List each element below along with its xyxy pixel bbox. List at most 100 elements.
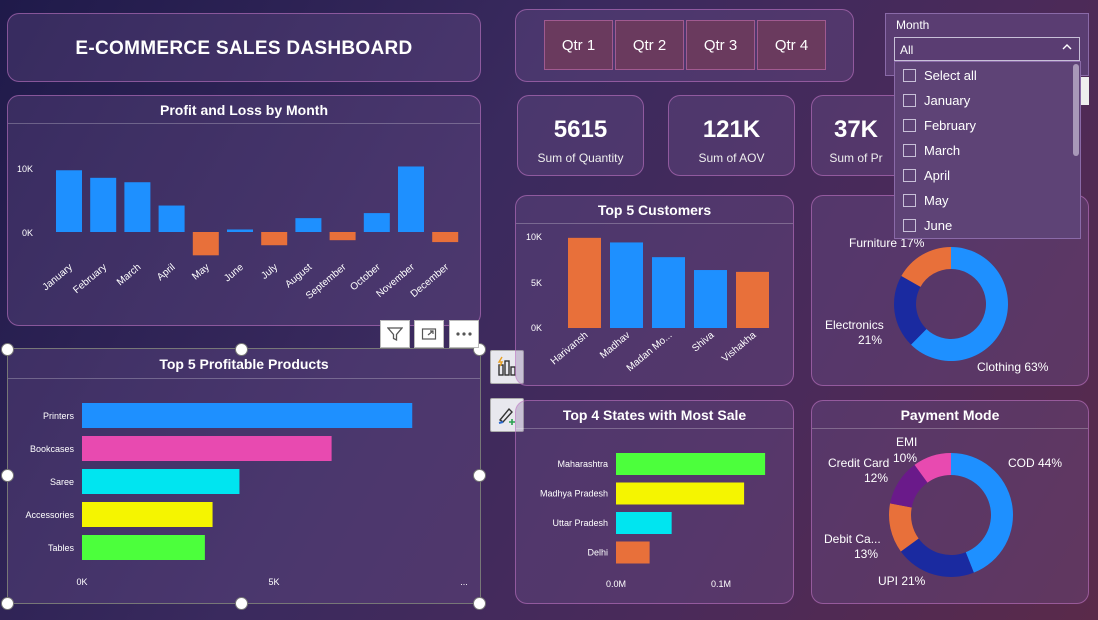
resize-handle[interactable] xyxy=(473,597,486,610)
credit-card-pct-label: 12% xyxy=(864,471,888,485)
kpi-quantity-label: Sum of Quantity xyxy=(537,151,624,165)
checkbox[interactable] xyxy=(903,218,916,232)
checkbox[interactable] xyxy=(903,168,916,182)
bar-tables[interactable] xyxy=(82,535,205,560)
y-tick-label: Bookcases xyxy=(30,444,75,454)
bar-february[interactable] xyxy=(90,177,117,232)
debit-card-pct-label: 13% xyxy=(854,547,878,561)
y-tick-label: Tables xyxy=(48,543,75,553)
y-tick-label: Madhya Pradesh xyxy=(540,489,608,499)
x-tick-label: May xyxy=(190,262,212,283)
month-option-june[interactable]: June xyxy=(903,215,952,235)
y-tick-10k: 10K xyxy=(526,232,542,242)
resize-handle[interactable] xyxy=(473,469,486,482)
bar-may[interactable] xyxy=(192,232,219,256)
bar-june[interactable] xyxy=(227,229,253,232)
kpi-quantity-value: 5615 xyxy=(553,116,608,143)
bar-customer[interactable] xyxy=(568,237,601,328)
x-tick-label: Madan Mo... xyxy=(625,330,675,374)
bar-state[interactable] xyxy=(616,482,745,505)
month-dropdown-value: All xyxy=(900,43,914,57)
profit-loss-card: Profit and Loss by Month 10K 0K January F… xyxy=(7,95,481,326)
slice-upi[interactable] xyxy=(900,538,974,577)
y-tick-10k: 10K xyxy=(17,164,33,174)
emi-pct-label: 10% xyxy=(893,451,917,465)
x-tick-label: Madhav xyxy=(598,330,632,361)
qtr-4-button[interactable]: Qtr 4 xyxy=(757,20,826,70)
credit-card-label: Credit Card xyxy=(828,456,889,470)
bar-customer[interactable] xyxy=(652,257,685,328)
bar-customer[interactable] xyxy=(736,271,769,328)
checkbox[interactable] xyxy=(903,143,916,157)
bar-october[interactable] xyxy=(363,213,390,232)
x-tick-0k: 0K xyxy=(76,577,87,587)
month-option-january[interactable]: January xyxy=(903,90,970,110)
more-options-icon[interactable] xyxy=(449,320,479,348)
bar-january[interactable] xyxy=(56,170,82,232)
month-slicer-label: Month xyxy=(896,18,930,32)
quarter-slicer: Qtr 1 Qtr 2 Qtr 3 Qtr 4 xyxy=(515,9,854,82)
bar-bookcases[interactable] xyxy=(82,436,332,461)
bar-customer[interactable] xyxy=(610,242,643,328)
filter-icon[interactable] xyxy=(380,320,410,348)
checkbox[interactable] xyxy=(903,118,916,132)
bar-august[interactable] xyxy=(295,218,322,232)
resize-handle[interactable] xyxy=(235,343,248,356)
qtr-3-button[interactable]: Qtr 3 xyxy=(686,20,755,70)
bar-november[interactable] xyxy=(398,166,424,232)
x-tick-label: Vishakha xyxy=(720,330,759,365)
checkbox[interactable] xyxy=(903,68,916,82)
x-tick-label: December xyxy=(409,261,452,300)
upi-label: UPI 21% xyxy=(878,574,926,588)
electronics-pct-label: 21% xyxy=(858,333,882,347)
bar-march[interactable] xyxy=(124,182,151,232)
bar-april[interactable] xyxy=(158,205,185,232)
month-option-select-all[interactable]: Select all xyxy=(903,65,977,85)
x-tick-0m: 0.0M xyxy=(606,579,626,589)
scrollbar-thumb[interactable] xyxy=(1073,64,1079,156)
y-tick-label: Printers xyxy=(43,411,75,421)
x-tick-label: January xyxy=(41,262,75,293)
x-tick-label: March xyxy=(115,262,143,288)
x-tick-01m: 0.1M xyxy=(711,579,731,589)
emi-label: EMI xyxy=(896,435,917,449)
bar-accessories[interactable] xyxy=(82,502,213,527)
month-options-list: Select all January February March April … xyxy=(894,61,1081,239)
scrollbar[interactable] xyxy=(1081,77,1089,105)
month-option-april[interactable]: April xyxy=(903,165,950,185)
bar-september[interactable] xyxy=(329,232,356,241)
focus-mode-icon[interactable] xyxy=(414,320,444,348)
qtr-2-button[interactable]: Qtr 2 xyxy=(615,20,684,70)
top-customers-card: Top 5 Customers 10K 5K 0K Harivansh Madha… xyxy=(515,195,794,386)
clothing-label: Clothing 63% xyxy=(977,360,1049,374)
checkbox[interactable] xyxy=(903,93,916,107)
title-card: E-COMMERCE SALES DASHBOARD xyxy=(7,13,481,82)
y-tick-0k: 0K xyxy=(22,228,33,238)
payment-card: Payment Mode COD 44% UPI 21% Debit Ca...… xyxy=(811,400,1089,604)
y-tick-label: Saree xyxy=(50,477,74,487)
resize-handle[interactable] xyxy=(1,597,14,610)
electronics-label: Electronics xyxy=(825,318,884,332)
bar-july[interactable] xyxy=(261,232,288,246)
top-customers-chart: 10K 5K 0K Harivansh MadhavMadan Mo... Shiv… xyxy=(526,232,769,374)
profit-loss-chart: 10K 0K JanuaryFebruary March April May June J… xyxy=(17,164,459,302)
bar-saree[interactable] xyxy=(82,469,240,494)
bar-december[interactable] xyxy=(432,232,459,243)
bar-state[interactable] xyxy=(616,453,766,475)
month-option-february[interactable]: February xyxy=(903,115,976,135)
bar-state[interactable] xyxy=(616,512,672,534)
bar-customer[interactable] xyxy=(694,270,727,328)
month-option-may[interactable]: May xyxy=(903,190,949,210)
top-states-card: Top 4 States with Most Sale 0.0M 0.1M Ma… xyxy=(515,400,794,604)
bar-printers[interactable] xyxy=(82,403,413,428)
month-option-march[interactable]: March xyxy=(903,140,960,160)
resize-handle[interactable] xyxy=(235,597,248,610)
checkbox[interactable] xyxy=(903,193,916,207)
bar-state[interactable] xyxy=(616,541,650,564)
top-products-card: Top 5 Profitable Products 0K 5K ... Prin… xyxy=(7,348,481,604)
month-dropdown[interactable]: All xyxy=(894,37,1080,61)
resize-handle[interactable] xyxy=(1,343,14,356)
debit-card-label: Debit Ca... xyxy=(824,532,881,546)
resize-handle[interactable] xyxy=(1,469,14,482)
qtr-1-button[interactable]: Qtr 1 xyxy=(544,20,613,70)
